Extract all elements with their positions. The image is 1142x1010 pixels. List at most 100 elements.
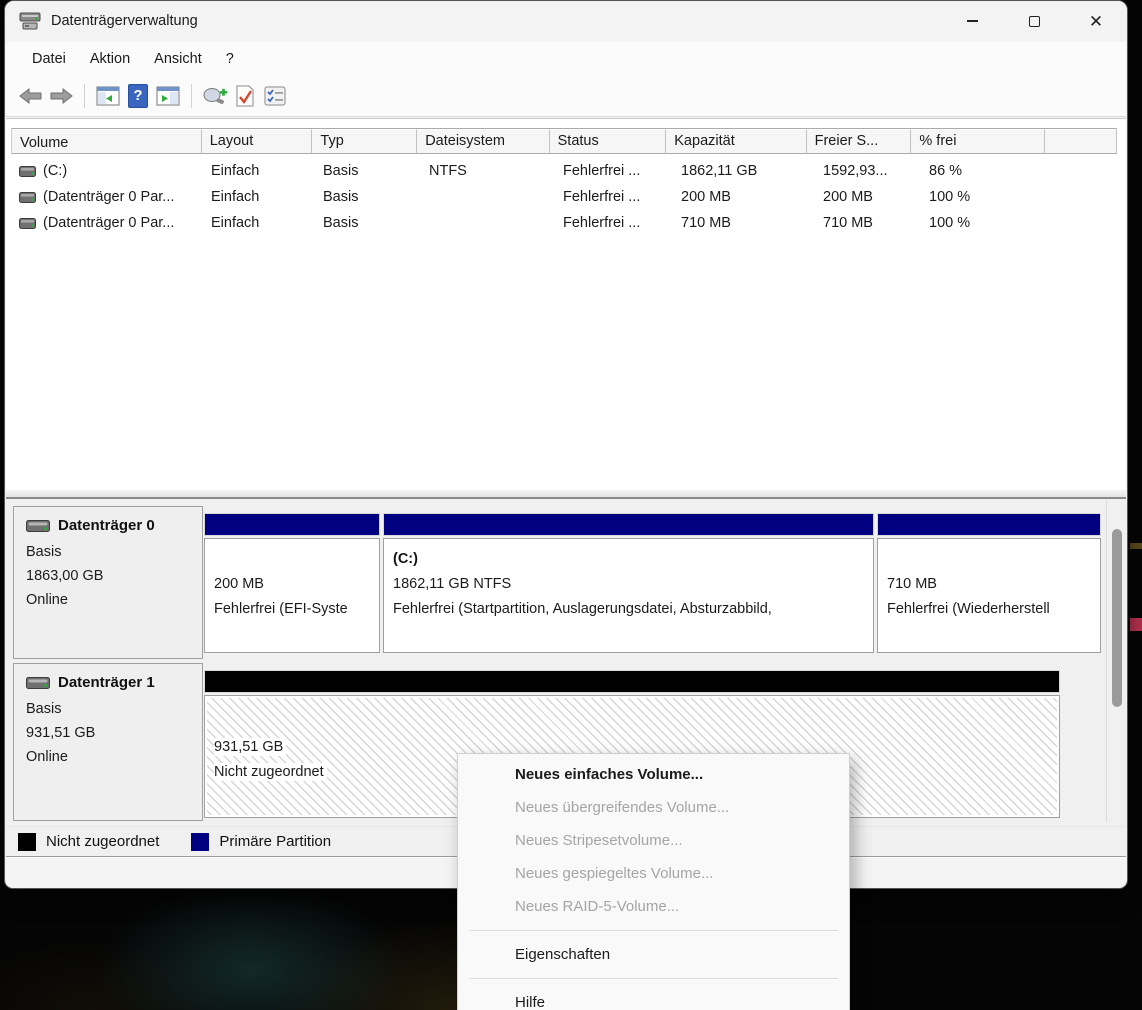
cell-kapazitaet: 710 MB (673, 215, 815, 231)
partition-status: Fehlerfrei (EFI-Syste (214, 597, 370, 622)
menubar: Datei Aktion Ansicht ? (6, 42, 1126, 75)
partition-label (214, 546, 370, 572)
column-header-dateisystem[interactable]: Dateisystem (417, 129, 549, 154)
partition-color-strip (204, 513, 380, 536)
window-title: Datenträgerverwaltung (51, 13, 198, 29)
disk-icon (26, 519, 50, 533)
volume-icon (19, 166, 36, 177)
menu-aktion[interactable]: Aktion (78, 47, 142, 71)
close-button[interactable]: ✕ (1065, 1, 1127, 41)
column-header-layout[interactable]: Layout (202, 129, 313, 154)
partition-color-strip (383, 513, 874, 536)
legend-swatch-primary (191, 833, 209, 851)
disk-name: Datenträger 0 (58, 517, 155, 534)
toolbar: ? (6, 75, 1126, 117)
cell-layout: Einfach (203, 189, 315, 205)
rescan-disks-button[interactable] (200, 82, 230, 110)
cell-freier-speicher: 200 MB (815, 189, 921, 205)
menu-item-eigenschaften[interactable]: Eigenschaften (458, 938, 849, 971)
menu-separator (469, 978, 838, 979)
console-tree-icon (96, 86, 120, 106)
menu-help[interactable]: ? (214, 47, 246, 71)
partition-label (214, 703, 1050, 735)
column-header-typ[interactable]: Typ (312, 129, 417, 154)
check-document-button[interactable] (230, 82, 260, 110)
table-row[interactable]: (C:) Einfach Basis NTFS Fehlerfrei ... 1… (11, 158, 1117, 184)
app-icon (19, 11, 41, 31)
minimize-button[interactable] (941, 1, 1003, 41)
volume-name: (Datenträger 0 Par... (43, 215, 174, 231)
partition-label: (C:) (393, 546, 864, 572)
menu-item-neues-stripesetvolume: Neues Stripesetvolume... (458, 824, 849, 857)
volume-list: Volume Layout Typ Dateisystem Status Kap… (6, 118, 1126, 489)
cell-typ: Basis (315, 215, 421, 231)
disk-type: Basis (26, 697, 202, 721)
cell-typ: Basis (315, 189, 421, 205)
cell-freier-speicher: 710 MB (815, 215, 921, 231)
forward-button[interactable] (46, 82, 76, 110)
disk-size: 1863,00 GB (26, 564, 202, 588)
partition-c[interactable]: (C:) 1862,11 GB NTFS Fehlerfrei (Startpa… (383, 513, 874, 653)
show-action-pane-button[interactable] (153, 82, 183, 110)
column-header-freier-speicher[interactable]: Freier S... (807, 129, 912, 154)
toolbar-separator (191, 84, 192, 108)
pane-splitter[interactable] (6, 489, 1126, 499)
table-row[interactable]: (Datenträger 0 Par... Einfach Basis Fehl… (11, 210, 1117, 236)
vertical-scrollbar[interactable] (1112, 529, 1122, 707)
cell-kapazitaet: 1862,11 GB (673, 163, 815, 179)
cell-status: Fehlerfrei ... (555, 189, 673, 205)
checklist-button[interactable] (260, 82, 290, 110)
menu-item-neues-gespiegeltes-volume: Neues gespiegeltes Volume... (458, 857, 849, 890)
cell-layout: Einfach (203, 215, 315, 231)
unallocated-color-strip (204, 670, 1060, 693)
menu-item-neues-einfaches-volume[interactable]: Neues einfaches Volume... (458, 758, 849, 791)
disk-1-label-panel[interactable]: Datenträger 1 Basis 931,51 GB Online (13, 663, 203, 821)
volume-name: (C:) (43, 163, 67, 179)
cell-status: Fehlerfrei ... (555, 163, 673, 179)
context-menu: Neues einfaches Volume... Neues übergrei… (457, 753, 850, 1010)
legend-label: Primäre Partition (219, 833, 331, 850)
legend-swatch-unallocated (18, 833, 36, 851)
titlebar[interactable]: Datenträgerverwaltung ✕ (5, 1, 1127, 41)
help-icon: ? (128, 84, 148, 108)
check-document-icon (235, 85, 255, 107)
menu-ansicht[interactable]: Ansicht (142, 47, 214, 71)
menu-datei[interactable]: Datei (20, 47, 78, 71)
toolbar-separator (84, 84, 85, 108)
volume-list-header: Volume Layout Typ Dateisystem Status Kap… (11, 128, 1117, 154)
cell-prozent-frei: 100 % (921, 189, 1056, 205)
partition-size: 710 MB (887, 572, 1091, 597)
disk-0-label-panel[interactable]: Datenträger 0 Basis 1863,00 GB Online (13, 506, 203, 659)
column-header-prozent-frei[interactable]: % frei (911, 129, 1044, 154)
table-row[interactable]: (Datenträger 0 Par... Einfach Basis Fehl… (11, 184, 1117, 210)
cell-prozent-frei: 100 % (921, 215, 1056, 231)
help-button[interactable]: ? (123, 82, 153, 110)
maximize-icon (1029, 16, 1040, 27)
disk-icon (26, 676, 50, 690)
magnifier-plus-icon (202, 87, 228, 105)
column-header-kapazitaet[interactable]: Kapazität (666, 129, 806, 154)
back-button[interactable] (16, 82, 46, 110)
partition-color-strip (877, 513, 1101, 536)
disk-status: Online (26, 588, 202, 612)
column-header-empty[interactable] (1045, 129, 1117, 154)
menu-separator (469, 930, 838, 931)
menu-item-hilfe[interactable]: Hilfe (458, 986, 849, 1010)
disk-name: Datenträger 1 (58, 674, 155, 691)
scroll-area-edge (1106, 499, 1107, 822)
cell-layout: Einfach (203, 163, 315, 179)
column-header-status[interactable]: Status (550, 129, 667, 154)
maximize-button[interactable] (1003, 1, 1065, 41)
partition-status: Fehlerfrei (Wiederherstell (887, 597, 1091, 622)
volume-icon (19, 218, 36, 229)
cell-dateisystem: NTFS (421, 163, 555, 179)
forward-arrow-icon (49, 88, 73, 104)
desktop-artifact (1130, 618, 1142, 631)
partition-recovery[interactable]: 710 MB Fehlerfrei (Wiederherstell (877, 513, 1101, 653)
action-pane-icon (156, 86, 180, 106)
partition-efi[interactable]: 200 MB Fehlerfrei (EFI-Syste (204, 513, 380, 653)
column-header-volume[interactable]: Volume (12, 129, 202, 154)
show-console-tree-button[interactable] (93, 82, 123, 110)
disk-type: Basis (26, 540, 202, 564)
partition-size: 200 MB (214, 572, 370, 597)
